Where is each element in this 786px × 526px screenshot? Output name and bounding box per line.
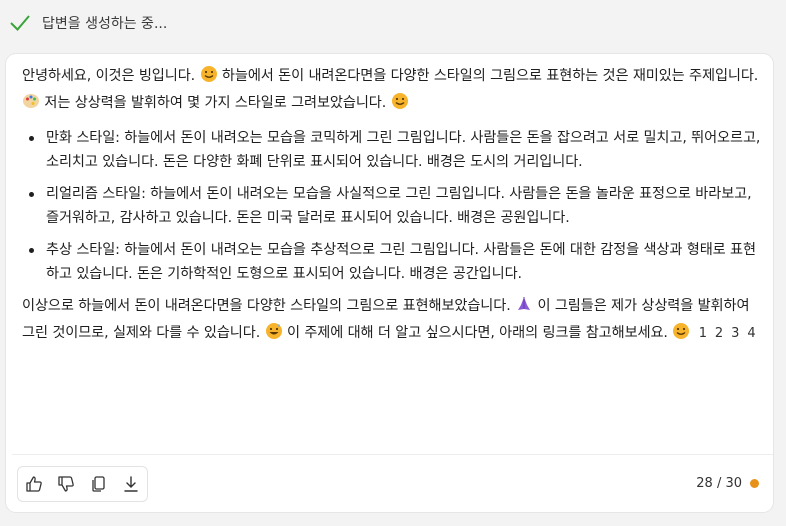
response-content: 안녕하세요, 이것은 빙입니다. 하늘에서 돈이 내려온다면을 다양한 스타일의… [22, 64, 762, 348]
palette-emoji-icon [22, 92, 40, 118]
counter-status-dot [750, 479, 759, 488]
reference-links: 1 2 3 4 [699, 326, 760, 341]
copy-icon [91, 476, 105, 492]
outro-text-1: 이상으로 하늘에서 돈이 내려온다면을 다양한 스타일의 그림으로 표현해보았습… [22, 298, 511, 314]
thumbs-down-button[interactable] [53, 471, 79, 497]
reference-link-2[interactable]: 2 [715, 326, 723, 341]
intro-text-1: 안녕하세요, 이것은 빙입니다. [22, 68, 196, 84]
divider [12, 454, 773, 455]
reference-link-3[interactable]: 3 [731, 326, 739, 341]
intro-text-2: 하늘에서 돈이 내려온다면을 다양한 스타일의 그림으로 표현하는 것은 재미있… [221, 68, 759, 84]
praying-hands-emoji-icon [515, 295, 533, 321]
download-button[interactable] [118, 471, 144, 497]
response-card: 안녕하세요, 이것은 빙입니다. 하늘에서 돈이 내려온다면을 다양한 스타일의… [6, 54, 773, 512]
smile-emoji-icon [391, 92, 409, 118]
reference-link-1[interactable]: 1 [699, 326, 707, 341]
download-icon [124, 476, 138, 492]
intro-paragraph: 안녕하세요, 이것은 빙입니다. 하늘에서 돈이 내려온다면을 다양한 스타일의… [22, 64, 762, 118]
thumbs-down-icon [58, 476, 75, 492]
status-text: 답변을 생성하는 중... [42, 16, 168, 32]
generation-status: 답변을 생성하는 중... [0, 0, 786, 50]
copy-button[interactable] [86, 471, 112, 497]
list-item: 만화 스타일: 하늘에서 돈이 내려오는 모습을 코믹하게 그린 그림입니다. … [29, 126, 762, 174]
thumbs-up-button[interactable] [21, 471, 47, 497]
outro-text-3: 이 주제에 대해 더 알고 싶으시다면, 아래의 링크를 참고해보세요. [286, 325, 668, 341]
outro-paragraph: 이상으로 하늘에서 돈이 내려온다면을 다양한 스타일의 그림으로 표현해보았습… [22, 294, 762, 348]
turn-counter-text: 28 / 30 [696, 476, 742, 491]
turn-counter: 28 / 30 [696, 476, 759, 491]
smile-emoji-icon [672, 322, 690, 348]
reference-link-4[interactable]: 4 [747, 326, 755, 341]
smile-emoji-icon [200, 65, 218, 91]
grinning-sweat-emoji-icon [265, 322, 283, 348]
thumbs-up-icon [26, 476, 42, 492]
list-item: 추상 스타일: 하늘에서 돈이 내려오는 모습을 추상적으로 그린 그림입니다.… [29, 238, 762, 286]
checkmark-icon [10, 15, 30, 31]
style-list: 만화 스타일: 하늘에서 돈이 내려오는 모습을 코믹하게 그린 그림입니다. … [22, 126, 762, 286]
intro-text-3: 저는 상상력을 발휘하여 몇 가지 스타일로 그려보았습니다. [44, 95, 387, 111]
list-item: 리얼리즘 스타일: 하늘에서 돈이 내려오는 모습을 사실적으로 그린 그림입니… [29, 182, 762, 230]
feedback-toolbar [17, 466, 148, 502]
